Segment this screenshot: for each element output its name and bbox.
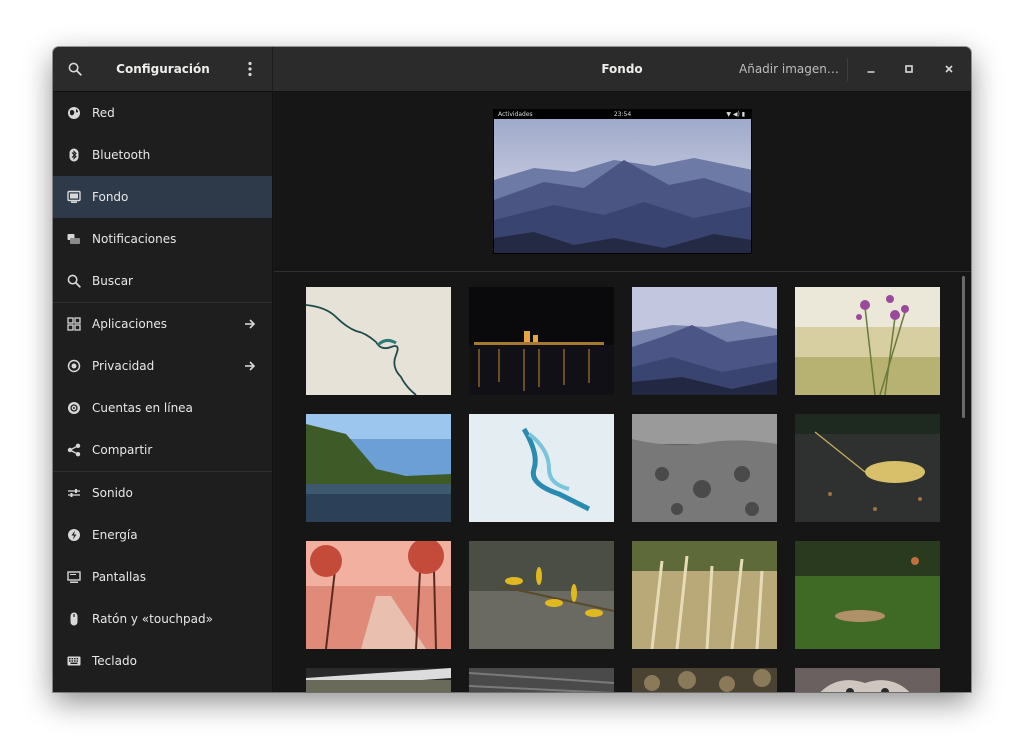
- power-icon: [66, 527, 82, 543]
- maximize-icon[interactable]: [899, 59, 919, 79]
- sidebar-item-pantallas[interactable]: Pantallas: [53, 556, 272, 598]
- wallpaper-preview: Actividades 23:54 ▼ ◀) ▮: [493, 109, 752, 254]
- sidebar-item-label: Fondo: [92, 190, 129, 204]
- sidebar-item-privacidad[interactable]: Privacidad: [53, 345, 272, 387]
- sidebar-item-raton[interactable]: Ratón y «touchpad»: [53, 598, 272, 640]
- sidebar-item-label: Cuentas en línea: [92, 401, 193, 415]
- wallpaper-pebbles[interactable]: [632, 668, 777, 692]
- wallpaper-cat[interactable]: [795, 668, 940, 692]
- wallpaper-map-river[interactable]: [306, 287, 451, 395]
- close-icon[interactable]: [939, 59, 959, 79]
- preview-topbar: Actividades 23:54 ▼ ◀) ▮: [494, 110, 751, 119]
- sidebar-item-cuentas[interactable]: Cuentas en línea: [53, 387, 272, 429]
- wallpaper-purple-flowers[interactable]: [795, 287, 940, 395]
- wallpaper-forest-river[interactable]: [306, 414, 451, 522]
- sidebar-item-label: Privacidad: [92, 359, 155, 373]
- minimize-icon[interactable]: [861, 59, 881, 79]
- sidebar-item-notificaciones[interactable]: Notificaciones: [53, 218, 272, 260]
- sidebar-item-buscar[interactable]: Buscar: [53, 260, 272, 302]
- mouse-icon: [66, 611, 82, 627]
- wallpaper-autumn-leaf-ground[interactable]: [795, 414, 940, 522]
- sidebar-item-teclado[interactable]: Teclado: [53, 640, 272, 682]
- sidebar-item-label: Compartir: [92, 443, 153, 457]
- sidebar-item-label: Pantallas: [92, 570, 146, 584]
- bluetooth-icon: [66, 147, 82, 163]
- wallpaper-blue-ice-pattern[interactable]: [469, 414, 614, 522]
- sidebar-item-label: Red: [92, 106, 115, 120]
- share-icon: [66, 442, 82, 458]
- background-icon: [66, 189, 82, 205]
- sidebar-item-aplicaciones[interactable]: Aplicaciones: [53, 303, 272, 345]
- sidebar-item-label: Teclado: [92, 654, 137, 668]
- sidebar-item-sonido[interactable]: Sonido: [53, 472, 272, 514]
- search-icon: [66, 273, 82, 289]
- wallpaper-yellow-leaves-branch[interactable]: [469, 541, 614, 649]
- wallpaper-golden-grass[interactable]: [632, 541, 777, 649]
- scrollbar[interactable]: [962, 276, 965, 418]
- wallpaper-green-lawn-leaf[interactable]: [795, 541, 940, 649]
- sidebar-item-label: Aplicaciones: [92, 317, 167, 331]
- wallpaper-grey-wood[interactable]: [469, 668, 614, 692]
- wallpaper-night-city-lake[interactable]: [469, 287, 614, 395]
- wallpaper-grid: [306, 287, 946, 692]
- online-accounts-icon: [66, 400, 82, 416]
- preview-image: [494, 110, 751, 253]
- sidebar-item-compartir[interactable]: Compartir: [53, 429, 272, 471]
- sidebar-item-fondo[interactable]: Fondo: [53, 176, 272, 218]
- preview-area: Actividades 23:54 ▼ ◀) ▮: [274, 92, 971, 272]
- preview-clock: 23:54: [613, 111, 632, 118]
- add-image-button[interactable]: Añadir imagen…: [739, 57, 839, 81]
- wallpaper-dark-road[interactable]: [306, 668, 451, 692]
- arrow-right-icon: [242, 358, 258, 374]
- sidebar-item-red[interactable]: Red: [53, 92, 272, 134]
- preview-status: ▼ ◀) ▮: [726, 111, 745, 118]
- wallpaper-autumn-park-path[interactable]: [306, 541, 451, 649]
- sidebar-item-label: Ratón y «touchpad»: [92, 612, 213, 626]
- network-icon: [66, 105, 82, 121]
- notifications-icon: [66, 231, 82, 247]
- sidebar-item-label: Bluetooth: [92, 148, 151, 162]
- sidebar-item-bluetooth[interactable]: Bluetooth: [53, 134, 272, 176]
- sidebar-item-energia[interactable]: Energía: [53, 514, 272, 556]
- sidebar-header: Configuración: [53, 47, 273, 92]
- header-divider: [847, 58, 848, 81]
- menu-icon[interactable]: [240, 59, 260, 79]
- arrow-right-icon: [242, 316, 258, 332]
- apps-icon: [66, 316, 82, 332]
- header-bar: Configuración Fondo Añadir imagen…: [53, 47, 971, 92]
- sound-icon: [66, 485, 82, 501]
- sidebar-item-label: Energía: [92, 528, 138, 542]
- sidebar-item-label: Buscar: [92, 274, 133, 288]
- settings-window: Configuración Fondo Añadir imagen… Red B…: [53, 47, 971, 692]
- wallpaper-misty-mountains[interactable]: [632, 287, 777, 395]
- sidebar-item-label: Sonido: [92, 486, 133, 500]
- sidebar-item-label: Notificaciones: [92, 232, 177, 246]
- background-panel: Actividades 23:54 ▼ ◀) ▮: [274, 92, 971, 692]
- privacy-icon: [66, 358, 82, 374]
- wallpaper-grey-rock-texture[interactable]: [632, 414, 777, 522]
- displays-icon: [66, 569, 82, 585]
- sidebar: Red Bluetooth Fondo Notificaciones Busca…: [53, 92, 273, 692]
- keyboard-icon: [66, 653, 82, 669]
